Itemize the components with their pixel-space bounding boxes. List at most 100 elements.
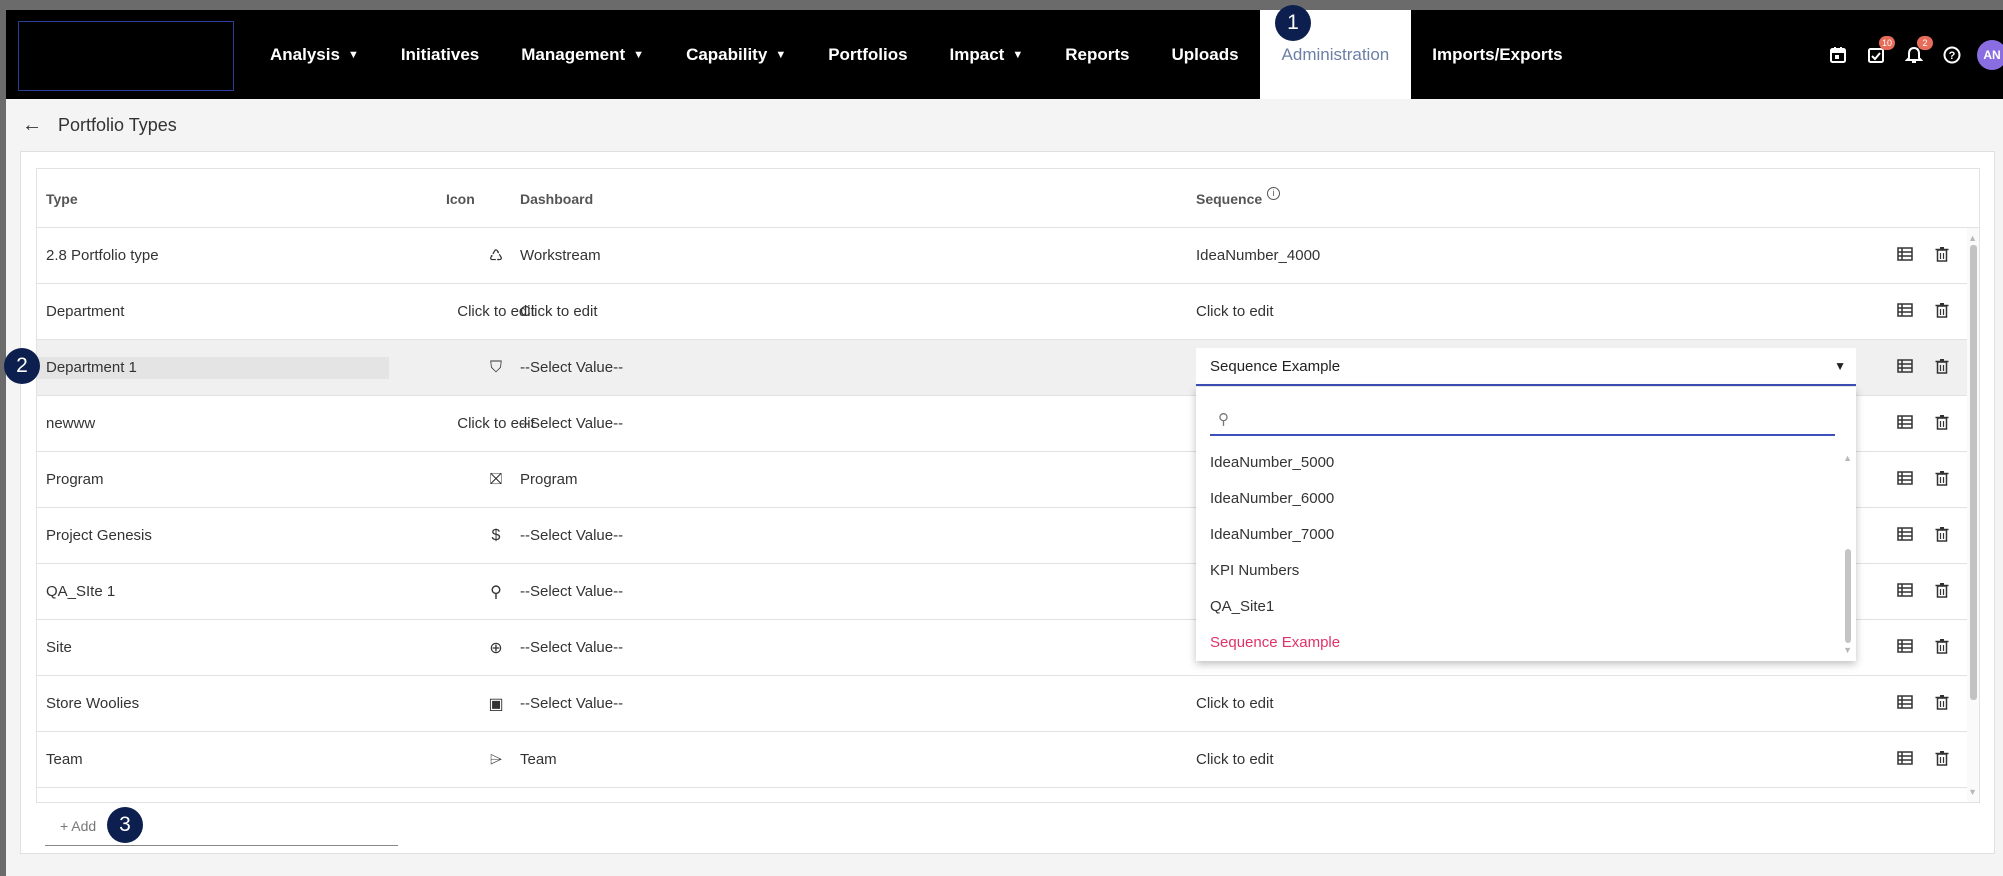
header-sequence[interactable]: Sequence i bbox=[1196, 169, 1281, 228]
type-cell[interactable]: Department bbox=[46, 284, 124, 339]
calendar-icon[interactable] bbox=[1823, 40, 1853, 70]
table-view-icon[interactable] bbox=[1896, 470, 1914, 488]
sequence-cell[interactable]: Click to edit bbox=[1196, 732, 1274, 787]
table-view-icon[interactable] bbox=[1896, 582, 1914, 600]
dropdown-option[interactable]: IdeaNumber_5000 bbox=[1210, 444, 1334, 480]
type-label: newww bbox=[46, 415, 96, 432]
dashboard-cell[interactable]: Team bbox=[520, 732, 557, 787]
nav-utilities: 10 2 ? AN bbox=[1815, 10, 2003, 99]
nav-reports[interactable]: Reports bbox=[1044, 10, 1150, 99]
table-view-icon[interactable] bbox=[1896, 526, 1914, 544]
table-row[interactable]: Department Click to edit Click to edit Clic… bbox=[37, 284, 1979, 340]
nav-analysis[interactable]: Analysis ▼ bbox=[249, 10, 380, 99]
trash-icon[interactable] bbox=[1933, 582, 1951, 600]
dashboard-cell[interactable]: --Select Value-- bbox=[520, 396, 623, 451]
trash-icon[interactable] bbox=[1933, 750, 1951, 768]
dropdown-search-input[interactable] bbox=[1237, 410, 1817, 428]
table-row[interactable]: 2.8 Portfolio type ♺ Workstream IdeaNumber_… bbox=[37, 228, 1979, 284]
header-type[interactable]: Type bbox=[46, 169, 78, 228]
scroll-down-arrow-icon[interactable]: ▼ bbox=[1968, 787, 1977, 797]
nav-management[interactable]: Management ▼ bbox=[500, 10, 665, 99]
nav-imports-exports[interactable]: Imports/Exports bbox=[1411, 10, 1583, 99]
back-arrow-icon[interactable]: ← bbox=[22, 114, 42, 137]
tasks-icon[interactable]: 10 bbox=[1861, 35, 1895, 70]
table-view-icon[interactable] bbox=[1896, 302, 1914, 320]
dropdown-scroll-thumb[interactable] bbox=[1845, 549, 1851, 643]
trash-icon[interactable] bbox=[1933, 358, 1951, 376]
dropdown-option[interactable]: IdeaNumber_6000 bbox=[1210, 480, 1334, 516]
sequence-cell[interactable]: IdeaNumber_4000 bbox=[1196, 228, 1320, 283]
table-row[interactable]: Store Woolies ▣ --Select Value-- Click to e… bbox=[37, 676, 1979, 732]
table-view-icon[interactable] bbox=[1896, 694, 1914, 712]
sequence-select-value: Sequence Example bbox=[1210, 357, 1341, 375]
type-input[interactable]: Department 1 bbox=[37, 356, 389, 379]
trash-icon[interactable] bbox=[1933, 694, 1951, 712]
trash-icon[interactable] bbox=[1933, 246, 1951, 264]
nav-menu: Analysis ▼ Initiatives Management ▼ Capabi… bbox=[249, 10, 1584, 99]
dashboard-cell[interactable]: Click to edit bbox=[520, 284, 598, 339]
sequence-select[interactable]: Sequence Example ▼ bbox=[1196, 348, 1856, 386]
avatar[interactable]: AN bbox=[1977, 39, 2003, 70]
piggy-bank-icon: ♺ bbox=[488, 247, 504, 265]
dropdown-option[interactable]: Sequence Example bbox=[1210, 624, 1340, 660]
info-icon[interactable]: i bbox=[1267, 187, 1281, 200]
type-label: 2.8 Portfolio type bbox=[46, 247, 159, 264]
type-cell[interactable]: Project Genesis bbox=[46, 508, 152, 563]
type-cell[interactable]: QA_SIte 1 bbox=[46, 564, 115, 619]
trash-icon[interactable] bbox=[1933, 638, 1951, 656]
header-icon[interactable]: Icon bbox=[446, 169, 475, 228]
type-cell[interactable]: newww bbox=[46, 396, 95, 451]
type-label: Site bbox=[46, 639, 72, 656]
dashboard-cell[interactable]: Workstream bbox=[520, 228, 601, 283]
table-view-icon[interactable] bbox=[1896, 638, 1914, 656]
header-dashboard[interactable]: Dashboard bbox=[520, 169, 593, 228]
type-cell[interactable]: Department 1 bbox=[37, 340, 389, 395]
type-cell[interactable]: Team bbox=[46, 732, 83, 787]
table-view-icon[interactable] bbox=[1896, 246, 1914, 264]
scroll-down-arrow-icon[interactable]: ▼ bbox=[1843, 645, 1852, 655]
nav-impact[interactable]: Impact ▼ bbox=[929, 10, 1045, 99]
dropdown-option[interactable]: KPI Numbers bbox=[1210, 552, 1299, 588]
nav-portfolios[interactable]: Portfolios bbox=[807, 10, 928, 99]
svg-text:?: ? bbox=[1949, 50, 1956, 62]
dashboard-cell[interactable]: Program bbox=[520, 452, 578, 507]
table-view-icon[interactable] bbox=[1896, 750, 1914, 768]
sequence-cell[interactable]: Click to edit bbox=[1196, 676, 1274, 731]
type-label: Project Genesis bbox=[46, 527, 152, 544]
add-button[interactable]: + Add bbox=[45, 807, 398, 846]
scroll-up-arrow-icon[interactable]: ▲ bbox=[1968, 233, 1977, 243]
trash-icon[interactable] bbox=[1933, 470, 1951, 488]
bell-icon[interactable]: 2 bbox=[1899, 35, 1933, 70]
logo[interactable] bbox=[18, 21, 234, 91]
table-view-icon[interactable] bbox=[1896, 414, 1914, 432]
type-label: Program bbox=[46, 471, 104, 488]
table-scroll-thumb[interactable] bbox=[1970, 245, 1977, 700]
table-row[interactable]: Team ⌲ Team Click to edit bbox=[37, 732, 1979, 788]
sequence-cell[interactable]: Click to edit bbox=[1196, 284, 1274, 339]
dashboard-cell[interactable]: --Select Value-- bbox=[520, 676, 623, 731]
type-cell[interactable]: Program bbox=[46, 452, 104, 507]
scroll-up-arrow-icon[interactable]: ▲ bbox=[1843, 453, 1852, 463]
nav-uploads[interactable]: Uploads bbox=[1150, 10, 1259, 99]
trash-icon[interactable] bbox=[1933, 526, 1951, 544]
callout-1: 1 bbox=[1275, 5, 1311, 41]
dashboard-cell[interactable]: --Select Value-- bbox=[520, 508, 623, 563]
type-cell[interactable]: 2.8 Portfolio type bbox=[46, 228, 159, 283]
table-view-icon[interactable] bbox=[1896, 358, 1914, 376]
dashboard-cell[interactable]: --Select Value-- bbox=[520, 340, 623, 395]
trash-icon[interactable] bbox=[1933, 414, 1951, 432]
dashboard-cell[interactable]: --Select Value-- bbox=[520, 564, 623, 619]
dropdown-option[interactable]: IdeaNumber_7000 bbox=[1210, 516, 1334, 552]
nav-capability[interactable]: Capability ▼ bbox=[665, 10, 807, 99]
globe-icon: ⊕ bbox=[489, 639, 503, 657]
dashboard-cell[interactable]: --Select Value-- bbox=[520, 620, 623, 675]
nav-initiatives[interactable]: Initiatives bbox=[380, 10, 500, 99]
dropdown-option[interactable]: QA_Site1 bbox=[1210, 588, 1274, 624]
type-cell[interactable]: Site bbox=[46, 620, 72, 675]
hand-coin-icon: ⚲ bbox=[490, 583, 502, 601]
type-cell[interactable]: Store Woolies bbox=[46, 676, 139, 731]
callout-2: 2 bbox=[4, 348, 40, 384]
tasks-badge: 10 bbox=[1879, 35, 1895, 50]
help-icon[interactable]: ? bbox=[1937, 40, 1967, 70]
trash-icon[interactable] bbox=[1933, 302, 1951, 320]
